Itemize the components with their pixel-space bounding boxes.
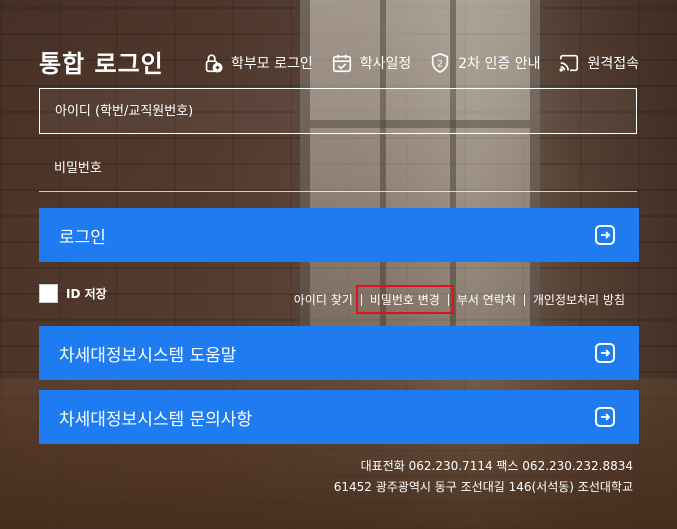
login-button[interactable]: 로그인 bbox=[39, 208, 639, 262]
system-help-button[interactable]: 차세대정보시스템 도움말 bbox=[39, 326, 639, 380]
svg-text:2: 2 bbox=[437, 59, 443, 70]
parent-login-label: 학부모 로그인 bbox=[230, 56, 313, 72]
remote-access-link[interactable]: 원격접속 bbox=[558, 52, 639, 74]
footer-address: 61452 광주광역시 동구 조선대길 146(서석동) 조선대학교 bbox=[333, 480, 633, 494]
password-field-box bbox=[39, 146, 637, 192]
arrow-right-icon bbox=[595, 343, 615, 363]
footer-contact: 대표전화 062.230.7114 팩스 062.230.232.8834 bbox=[360, 459, 633, 473]
department-contacts-link[interactable]: 부서 연락처 bbox=[449, 291, 524, 308]
system-inquiry-button[interactable]: 차세대정보시스템 문의사항 bbox=[39, 390, 639, 444]
shield-2-icon: 2 bbox=[432, 52, 449, 74]
id-field-box bbox=[39, 88, 637, 134]
system-inquiry-label: 차세대정보시스템 문의사항 bbox=[59, 409, 253, 430]
two-factor-guide-label: 2차 인증 안내 bbox=[458, 56, 541, 72]
remote-access-label: 원격접속 bbox=[587, 56, 639, 72]
privacy-policy-link[interactable]: 개인정보처리 방침 bbox=[525, 291, 633, 308]
academic-calendar-label: 학사일정 bbox=[359, 56, 412, 72]
top-links: 학부모 로그인 학사일정 2 2차 인증 안내 원격접속 bbox=[202, 52, 639, 74]
find-id-link[interactable]: 아이디 찾기 bbox=[286, 291, 361, 308]
remember-id: ID 저장 bbox=[39, 284, 107, 303]
arrow-right-icon bbox=[595, 407, 615, 427]
background-photo bbox=[0, 0, 677, 529]
page-title: 통합 로그인 bbox=[39, 50, 164, 78]
id-input[interactable] bbox=[40, 89, 636, 133]
account-links: 아이디 찾기 비밀번호 변경 부서 연락처 개인정보처리 방침 bbox=[286, 285, 633, 314]
system-help-label: 차세대정보시스템 도움말 bbox=[59, 345, 237, 366]
remember-id-label: ID 저장 bbox=[66, 287, 107, 301]
academic-calendar-link[interactable]: 학사일정 bbox=[331, 52, 412, 74]
password-input[interactable] bbox=[39, 146, 637, 191]
two-factor-guide-link[interactable]: 2 2차 인증 안내 bbox=[429, 52, 540, 74]
change-password-link[interactable]: 비밀번호 변경 bbox=[355, 285, 454, 314]
remember-id-checkbox[interactable] bbox=[39, 284, 58, 303]
footer: 대표전화 062.230.7114 팩스 062.230.232.8834 61… bbox=[334, 456, 633, 498]
login-button-label: 로그인 bbox=[59, 227, 106, 248]
parent-login-link[interactable]: 학부모 로그인 bbox=[202, 52, 313, 74]
cast-icon bbox=[559, 54, 579, 72]
calendar-check-icon bbox=[332, 54, 351, 73]
arrow-right-icon bbox=[595, 225, 615, 245]
parent-lock-icon bbox=[205, 54, 223, 73]
